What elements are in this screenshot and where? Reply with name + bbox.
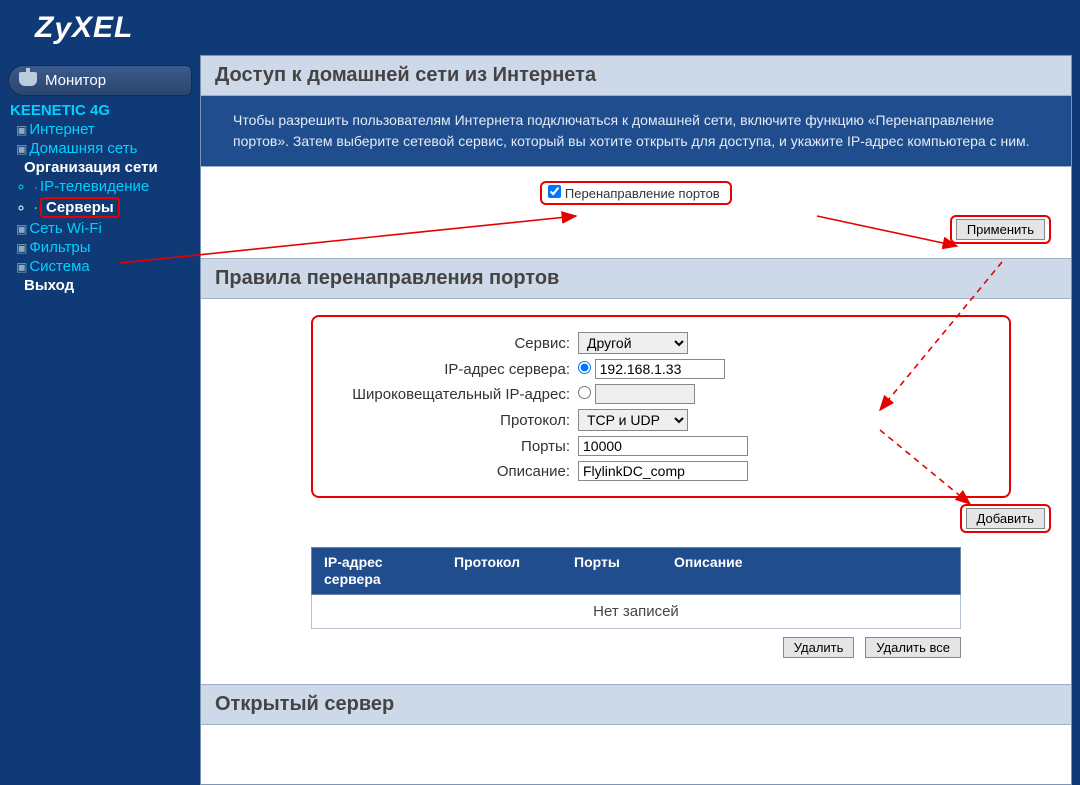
description-input[interactable] [578,461,748,481]
ports-input[interactable] [578,436,748,456]
label-ports: Порты: [323,438,578,455]
nav-iptv-label: IP-телевидение [40,178,149,195]
label-server-ip: IP-адрес сервера: [323,361,578,378]
sidebar: Монитор KEENETIC 4G ▣Интернет ▣Домашняя … [0,55,200,785]
nav-home-net-label: Домашняя сеть [29,140,137,157]
label-description: Описание: [323,463,578,480]
nav-wifi[interactable]: ▣Сеть Wi-Fi [16,220,192,237]
monitor-button[interactable]: Монитор [8,65,192,96]
rule-form: Сервис: Другой IP-адрес сервера: Шир [311,315,1011,498]
section1-desc: Чтобы разрешить пользователям Интернета … [201,96,1071,167]
server-ip-radio[interactable] [578,361,591,374]
add-button[interactable]: Добавить [966,508,1045,529]
apply-button[interactable]: Применить [956,219,1045,240]
table-empty: Нет записей [311,595,961,629]
nav-servers-label: Серверы [40,197,120,218]
server-ip-input[interactable] [595,359,725,379]
nav-wifi-label: Сеть Wi-Fi [29,220,102,237]
th-proto: Протокол [442,548,562,594]
port-forward-label: Перенаправление портов [565,186,720,201]
nav-home-net[interactable]: ▣Домашняя сеть [16,140,192,157]
label-protocol: Протокол: [323,412,578,429]
protocol-select[interactable]: TCP и UDP [578,409,688,431]
delete-button[interactable]: Удалить [783,637,855,658]
nav-filters[interactable]: ▣Фильтры [16,239,192,256]
section2-title: Правила перенаправления портов [201,259,1071,299]
content: Доступ к домашней сети из Интернета Чтоб… [200,55,1072,785]
delete-all-button[interactable]: Удалить все [865,637,961,658]
th-desc: Описание [662,548,960,594]
nav-net-org[interactable]: Организация сети [24,159,192,176]
service-select[interactable]: Другой [578,332,688,354]
nav-system[interactable]: ▣Система [16,258,192,275]
nav-system-label: Система [29,258,89,275]
brand-logo: ZyXEL [35,11,133,45]
th-ports: Порты [562,548,662,594]
nav-internet[interactable]: ▣Интернет [16,121,192,138]
label-broadcast-ip: Широковещательный IP-адрес: [323,386,578,403]
th-ip: IP-адрес сервера [312,548,442,594]
broadcast-ip-input [595,384,695,404]
port-forward-checkbox[interactable] [548,185,561,198]
nav-iptv[interactable]: ·IP-телевидение [34,178,192,195]
nav-internet-label: Интернет [29,121,94,138]
label-service: Сервис: [323,335,578,352]
section1-title: Доступ к домашней сети из Интернета [201,56,1071,96]
nav-servers[interactable]: ·Серверы [34,197,192,218]
section3-title: Открытый сервер [201,685,1071,725]
rules-table: IP-адрес сервера Протокол Порты Описание… [311,547,961,629]
nav-filters-label: Фильтры [29,239,90,256]
nav-exit[interactable]: Выход [24,277,192,294]
broadcast-ip-radio[interactable] [578,386,591,399]
device-name: KEENETIC 4G [10,102,192,119]
